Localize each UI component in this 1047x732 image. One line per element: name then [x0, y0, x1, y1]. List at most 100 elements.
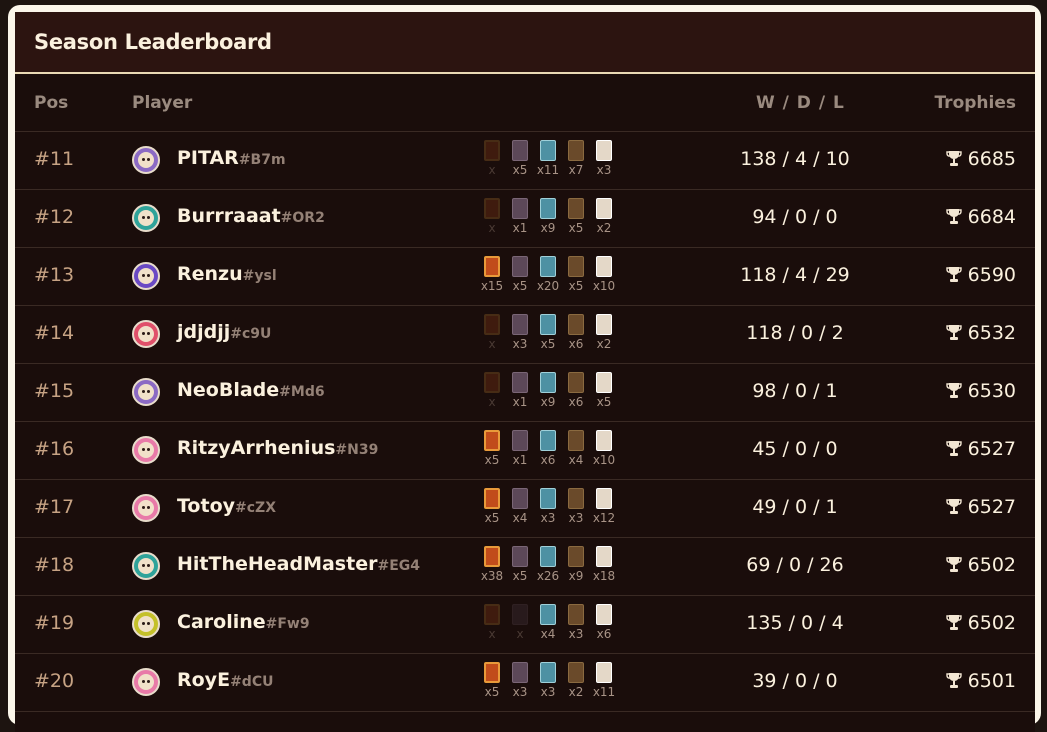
avatar-icon[interactable] — [132, 320, 160, 348]
table-row[interactable]: #11 PITAR #B7m x x5 x11 x7 x3 138 / 4 / … — [15, 132, 1035, 190]
card-count: x5 — [568, 279, 584, 293]
card-icon — [484, 140, 500, 161]
card-slot: x10 — [593, 256, 615, 293]
player-name[interactable]: HitTheHeadMaster — [177, 553, 377, 575]
player-name-group[interactable]: Totoy #cZX — [177, 495, 276, 517]
table-row[interactable]: #20 RoyE #dCU x5 x3 x3 x2 x11 39 / 0 / 0 — [15, 654, 1035, 712]
avatar-icon[interactable] — [132, 668, 160, 696]
player-name[interactable]: NeoBlade — [177, 379, 279, 401]
header-player: Player — [132, 92, 193, 113]
table-row[interactable]: #15 NeoBlade #Md6 x x1 x9 x6 x5 98 / 0 /… — [15, 364, 1035, 422]
avatar-icon[interactable] — [132, 494, 160, 522]
table-row[interactable]: #17 Totoy #cZX x5 x4 x3 x3 x12 49 / 0 / … — [15, 480, 1035, 538]
player-name-group[interactable]: jdjdjj #c9U — [177, 321, 271, 343]
player-name-group[interactable]: RitzyArrhenius #N39 — [177, 437, 378, 459]
card-slot: x18 — [593, 546, 615, 583]
card-slot: x2 — [593, 198, 615, 235]
card-count: x — [488, 221, 496, 235]
player-name[interactable]: Burrraaat — [177, 205, 281, 227]
player-name[interactable]: RitzyArrhenius — [177, 437, 335, 459]
card-count: x10 — [592, 279, 616, 293]
card-slot: x12 — [593, 488, 615, 525]
player-name-group[interactable]: Renzu #ysl — [177, 263, 277, 285]
player-name-group[interactable]: Caroline #Fw9 — [177, 611, 310, 633]
card-slot: x6 — [565, 372, 587, 409]
avatar-icon[interactable] — [132, 436, 160, 464]
player-name[interactable]: Renzu — [177, 263, 243, 285]
avatar-icon[interactable] — [132, 146, 160, 174]
header-trophies: Trophies — [934, 92, 1016, 113]
player-name[interactable]: RoyE — [177, 669, 230, 691]
card-icon — [484, 198, 500, 219]
card-icon — [484, 662, 500, 683]
avatar-icon[interactable] — [132, 262, 160, 290]
card-slot: x5 — [481, 430, 503, 467]
card-slot: x5 — [565, 256, 587, 293]
trophy-icon — [945, 267, 962, 282]
table-row[interactable]: #14 jdjdjj #c9U x x3 x5 x6 x2 118 / 0 / … — [15, 306, 1035, 364]
card-slot: x15 — [481, 256, 503, 293]
card-icon — [568, 314, 584, 335]
card-slot: x — [509, 604, 531, 641]
table-row[interactable]: #19 Caroline #Fw9 x x x4 x3 x6 135 / 0 /… — [15, 596, 1035, 654]
trophy-count-group: 6532 — [945, 322, 1016, 344]
card-count: x20 — [536, 279, 560, 293]
card-slot: x2 — [593, 314, 615, 351]
card-slot: x5 — [537, 314, 559, 351]
avatar-icon[interactable] — [132, 610, 160, 638]
player-name[interactable]: PITAR — [177, 147, 239, 169]
card-collection: x x1 x9 x6 x5 — [481, 372, 615, 409]
player-name-group[interactable]: PITAR #B7m — [177, 147, 286, 169]
table-row[interactable]: #18 HitTheHeadMaster #EG4 x38 x5 x26 x9 … — [15, 538, 1035, 596]
player-name-group[interactable]: NeoBlade #Md6 — [177, 379, 325, 401]
card-icon — [512, 314, 528, 335]
card-count: x4 — [568, 453, 584, 467]
leaderboard-panel: Season Leaderboard Pos Player W / D / L … — [15, 12, 1035, 732]
avatar-icon[interactable] — [132, 378, 160, 406]
player-name-group[interactable]: RoyE #dCU — [177, 669, 273, 691]
player-name[interactable]: Caroline — [177, 611, 266, 633]
table-row[interactable]: #12 Burrraaat #OR2 x x1 x9 x5 x2 94 / 0 … — [15, 190, 1035, 248]
table-row[interactable]: #16 RitzyArrhenius #N39 x5 x1 x6 x4 x10 … — [15, 422, 1035, 480]
card-count: x1 — [512, 395, 528, 409]
card-icon — [568, 604, 584, 625]
rank: #12 — [34, 206, 75, 228]
avatar-face — [138, 558, 154, 574]
card-count: x12 — [592, 511, 616, 525]
card-slot: x3 — [509, 314, 531, 351]
card-count: x7 — [568, 163, 584, 177]
trophy-count: 6502 — [967, 612, 1016, 634]
card-slot: x6 — [565, 314, 587, 351]
trophy-count: 6527 — [967, 438, 1016, 460]
card-icon — [568, 198, 584, 219]
rank: #17 — [34, 496, 75, 518]
player-name-group[interactable]: HitTheHeadMaster #EG4 — [177, 553, 420, 575]
card-count: x3 — [568, 627, 584, 641]
card-icon — [484, 604, 500, 625]
player-tag: #ysl — [242, 268, 277, 284]
avatar-icon[interactable] — [132, 552, 160, 580]
card-slot: x9 — [537, 372, 559, 409]
table-row[interactable]: #13 Renzu #ysl x15 x5 x20 x5 x10 118 / 4… — [15, 248, 1035, 306]
player-name[interactable]: jdjdjj — [177, 321, 230, 343]
card-slot: x — [481, 372, 503, 409]
card-icon — [596, 198, 612, 219]
avatar-icon[interactable] — [132, 204, 160, 232]
player-name[interactable]: Totoy — [177, 495, 235, 517]
card-icon — [568, 546, 584, 567]
card-icon — [484, 430, 500, 451]
card-slot: x5 — [593, 372, 615, 409]
card-icon — [596, 314, 612, 335]
trophy-count-group: 6502 — [945, 612, 1016, 634]
card-icon — [512, 140, 528, 161]
card-slot: x3 — [565, 604, 587, 641]
trophy-count: 6530 — [967, 380, 1016, 402]
card-count: x3 — [568, 511, 584, 525]
card-count: x9 — [540, 395, 556, 409]
card-slot: x9 — [537, 198, 559, 235]
trophy-count: 6590 — [967, 264, 1016, 286]
card-icon — [596, 372, 612, 393]
player-tag: #Fw9 — [265, 616, 310, 632]
wdl-record: 49 / 0 / 1 — [752, 496, 838, 518]
player-name-group[interactable]: Burrraaat #OR2 — [177, 205, 325, 227]
